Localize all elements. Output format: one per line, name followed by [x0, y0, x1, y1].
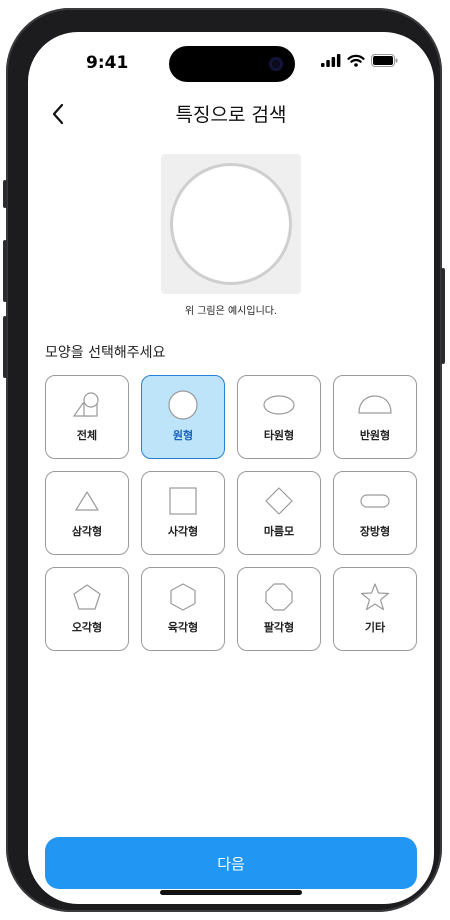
screen: 9:41 특징으로 검색 위 그림은 예시입니다. 모양을 선택해주세요 전체 …	[28, 32, 434, 904]
shape-option-label: 삼각형	[71, 525, 103, 538]
shape-option-label: 육각형	[167, 621, 199, 634]
home-indicator	[160, 890, 302, 895]
volume-down-button	[3, 316, 7, 378]
header: 특징으로 검색	[28, 96, 434, 132]
triangle-icon	[75, 491, 99, 511]
shape-option-semicircle[interactable]: 반원형	[333, 375, 417, 459]
preview-caption: 위 그림은 예시입니다.	[184, 306, 278, 317]
camera-icon	[269, 57, 283, 71]
shape-option-label: 장방형	[359, 525, 391, 538]
shape-option-label: 기타	[364, 621, 386, 634]
status-icons	[321, 54, 398, 67]
mute-switch	[3, 180, 7, 208]
shape-section-label: 모양을 선택해주세요	[45, 345, 166, 361]
oval-icon	[263, 395, 295, 415]
preview-circle-shape	[170, 163, 292, 285]
page-title: 특징으로 검색	[175, 104, 287, 126]
volume-up-button	[3, 240, 7, 302]
shape-option-label: 오각형	[71, 621, 103, 634]
rounded-rectangle-icon	[360, 494, 390, 508]
square-icon	[169, 487, 197, 515]
preview-image	[161, 154, 301, 294]
shape-option-diamond[interactable]: 마름모	[237, 471, 321, 555]
pentagon-icon	[73, 584, 101, 610]
side-button	[441, 268, 445, 364]
shape-option-hexagon[interactable]: 육각형	[141, 567, 225, 651]
shape-option-label: 반원형	[359, 429, 391, 442]
battery-icon	[371, 54, 398, 67]
shape-option-oval[interactable]: 타원형	[237, 375, 321, 459]
star-icon	[360, 583, 390, 611]
hexagon-icon	[170, 583, 196, 611]
shape-option-label: 타원형	[263, 429, 295, 442]
circle-icon	[168, 390, 198, 420]
octagon-icon	[265, 583, 293, 611]
signal-icon	[321, 54, 341, 67]
semicircle-icon	[358, 395, 392, 414]
shape-option-label: 마름모	[263, 525, 295, 538]
dynamic-island	[169, 46, 295, 82]
shape-option-rounded-rectangle[interactable]: 장방형	[333, 471, 417, 555]
shape-option-label: 원형	[172, 429, 194, 442]
shape-option-octagon[interactable]: 팔각형	[237, 567, 321, 651]
diamond-icon	[265, 487, 293, 515]
next-button[interactable]: 다음	[45, 837, 417, 889]
wifi-icon	[347, 54, 365, 67]
status-time: 9:41	[86, 53, 129, 73]
shape-option-square[interactable]: 사각형	[141, 471, 225, 555]
shape-option-all[interactable]: 전체	[45, 375, 129, 459]
shape-option-label: 팔각형	[263, 621, 295, 634]
phone-frame: 9:41 특징으로 검색 위 그림은 예시입니다. 모양을 선택해주세요 전체 …	[3, 8, 445, 912]
shape-option-label: 전체	[76, 429, 98, 442]
shape-option-pentagon[interactable]: 오각형	[45, 567, 129, 651]
shape-option-circle[interactable]: 원형	[141, 375, 225, 459]
shape-grid: 전체 원형 타원형 반원형 삼각형 사각형 마름모 장방형 오각형 육각형 팔각…	[45, 375, 417, 651]
shape-option-other[interactable]: 기타	[333, 567, 417, 651]
all-shapes-icon	[72, 392, 99, 417]
shape-option-label: 사각형	[167, 525, 199, 538]
shape-option-triangle[interactable]: 삼각형	[45, 471, 129, 555]
